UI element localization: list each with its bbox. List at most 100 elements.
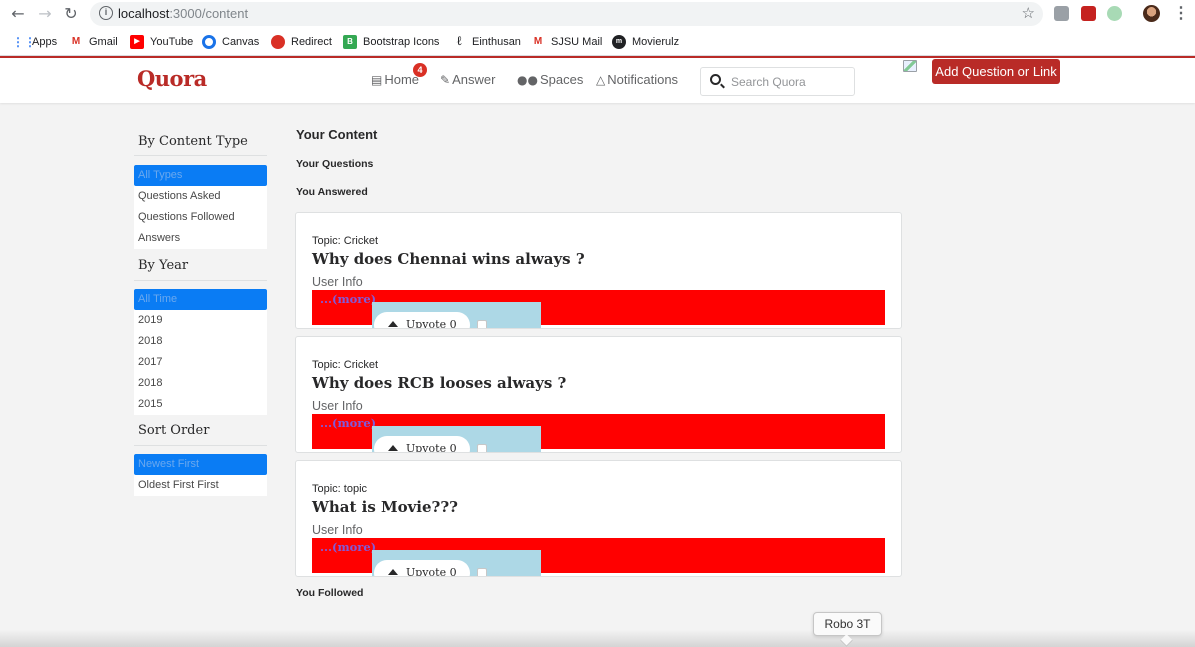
- downvote-button[interactable]: [477, 320, 487, 328]
- filter-heading-content-type: By Content Type: [138, 134, 248, 149]
- bookmark-label: Apps: [32, 36, 58, 48]
- gmail-icon: M: [71, 36, 81, 47]
- einthusan-icon: ℓ: [456, 34, 462, 49]
- filter-questions-asked[interactable]: Questions Asked: [134, 186, 267, 207]
- extension-icon[interactable]: [1054, 6, 1069, 21]
- filter-answers[interactable]: Answers: [134, 228, 267, 249]
- year-filter-list: All Time 2019 2018 2017 2018 2015: [134, 289, 267, 415]
- address-bar[interactable]: i localhost:3000/content ☆: [90, 2, 1043, 26]
- filter-year-2018b[interactable]: 2018: [134, 373, 267, 394]
- menu-kebab-icon[interactable]: ⋮: [1173, 3, 1189, 23]
- sort-order-list: Newest First Oldest First First: [134, 454, 267, 496]
- card-topic: Topic: topic: [312, 483, 368, 495]
- more-link[interactable]: ...(more): [320, 416, 376, 430]
- section-you-followed[interactable]: You Followed: [296, 587, 363, 599]
- card-topic: Topic: Cricket: [312, 235, 379, 247]
- card-answer-body: ...(more) Upvote 0: [312, 538, 885, 576]
- divider: [134, 155, 267, 156]
- upvote-button[interactable]: Upvote 0: [374, 560, 470, 577]
- bookmark-label: Canvas: [222, 36, 260, 48]
- forward-arrow-icon[interactable]: →: [35, 4, 55, 24]
- bookmark-star-icon[interactable]: ☆: [1022, 4, 1035, 22]
- bookmark-label: YouTube: [150, 36, 194, 48]
- card-actions: Upvote 0: [372, 426, 541, 452]
- nav-spaces[interactable]: ●● Spaces: [517, 72, 583, 87]
- divider: [134, 280, 267, 281]
- card-actions: Upvote 0: [372, 302, 541, 329]
- bookmark-sjsu-mail[interactable]: M SJSU Mail: [531, 34, 603, 50]
- nav-answer-label: Answer: [452, 72, 496, 87]
- broken-image-icon: [903, 60, 917, 72]
- bookmark-movierulz[interactable]: m Movierulz: [612, 34, 679, 50]
- bookmark-bootstrap-icons[interactable]: B Bootstrap Icons: [343, 34, 439, 50]
- bookmarks-bar: ⋮⋮ Apps M Gmail ▶ YouTube Canvas Redirec…: [0, 28, 1195, 56]
- extension-icon[interactable]: [1081, 6, 1096, 21]
- filter-year-2017[interactable]: 2017: [134, 352, 267, 373]
- filter-year-2019[interactable]: 2019: [134, 310, 267, 331]
- divider: [134, 445, 267, 446]
- upvote-button[interactable]: Upvote 0: [374, 436, 470, 452]
- filter-year-2018[interactable]: 2018: [134, 331, 267, 352]
- profile-avatar[interactable]: [1143, 5, 1160, 22]
- nav-answer[interactable]: ✎ Answer: [440, 72, 495, 87]
- card-question[interactable]: What is Movie???: [312, 498, 458, 516]
- nav-notifications-label: Notifications: [607, 72, 679, 87]
- extension-icon[interactable]: [1107, 6, 1122, 21]
- nav-spaces-label: Spaces: [539, 72, 584, 87]
- bookmark-youtube[interactable]: ▶ YouTube: [130, 34, 193, 50]
- upvote-arrow-icon: [388, 569, 398, 575]
- section-you-answered[interactable]: You Answered: [296, 186, 368, 198]
- bookmark-canvas[interactable]: Canvas: [202, 34, 259, 50]
- filter-year-2015[interactable]: 2015: [134, 394, 267, 415]
- answer-card: Topic: Cricket Why does Chennai wins alw…: [295, 212, 902, 329]
- edit-icon: ✎: [440, 72, 451, 87]
- nav-home[interactable]: ▤ Home: [371, 72, 419, 87]
- card-actions: Upvote 0: [372, 550, 541, 577]
- sort-oldest-first[interactable]: Oldest First First: [134, 475, 267, 496]
- quora-logo[interactable]: Quora: [137, 66, 207, 91]
- search-box[interactable]: [700, 67, 855, 96]
- downvote-button[interactable]: [477, 444, 487, 452]
- browser-toolbar: ← → ↻ i localhost:3000/content ☆ ⋮: [0, 0, 1195, 28]
- redirect-icon: [271, 35, 285, 49]
- bookmark-label: Gmail: [89, 36, 118, 48]
- downvote-button[interactable]: [477, 568, 487, 576]
- site-info-icon[interactable]: i: [99, 6, 113, 20]
- filter-heading-year: By Year: [138, 258, 189, 273]
- card-user-info: User Info: [312, 523, 363, 537]
- card-answer-body: ...(more) Upvote 0: [312, 290, 885, 328]
- filter-questions-followed[interactable]: Questions Followed: [134, 207, 267, 228]
- reload-icon[interactable]: ↻: [61, 4, 81, 24]
- more-link[interactable]: ...(more): [320, 292, 376, 306]
- url-text[interactable]: localhost:3000/content: [118, 6, 248, 21]
- page-title: Your Content: [296, 127, 378, 142]
- card-user-info: User Info: [312, 275, 363, 289]
- bookmark-apps[interactable]: ⋮⋮ Apps: [12, 34, 57, 50]
- search-icon: [710, 74, 721, 85]
- upvote-button[interactable]: Upvote 0: [374, 312, 470, 329]
- canvas-icon: [202, 35, 216, 49]
- apps-grid-icon: ⋮⋮: [12, 35, 36, 49]
- filter-all-time[interactable]: All Time: [134, 289, 267, 310]
- more-link[interactable]: ...(more): [320, 540, 376, 554]
- add-question-button[interactable]: Add Question or Link: [932, 59, 1060, 84]
- card-question[interactable]: Why does Chennai wins always ?: [312, 250, 585, 268]
- filter-all-types[interactable]: All Types: [134, 165, 267, 186]
- bookmark-gmail[interactable]: M Gmail: [69, 34, 118, 50]
- bookmark-redirect[interactable]: Redirect: [271, 34, 332, 50]
- upvote-arrow-icon: [388, 445, 398, 451]
- bell-icon: △: [596, 72, 606, 87]
- back-arrow-icon[interactable]: ←: [8, 4, 28, 24]
- nav-notifications[interactable]: △ Notifications: [596, 72, 678, 87]
- sort-newest-first[interactable]: Newest First: [134, 454, 267, 475]
- section-your-questions[interactable]: Your Questions: [296, 158, 373, 170]
- upvote-label: Upvote 0: [406, 318, 457, 329]
- notification-badge: 4: [413, 63, 427, 77]
- filter-heading-sort: Sort Order: [138, 423, 210, 438]
- search-input[interactable]: [731, 74, 849, 90]
- bookmark-einthusan[interactable]: ℓ Einthusan: [452, 34, 521, 50]
- bookmark-label: Einthusan: [472, 36, 521, 48]
- card-question[interactable]: Why does RCB looses always ?: [312, 374, 566, 392]
- upvote-label: Upvote 0: [406, 566, 457, 577]
- bookmark-label: Movierulz: [632, 36, 680, 48]
